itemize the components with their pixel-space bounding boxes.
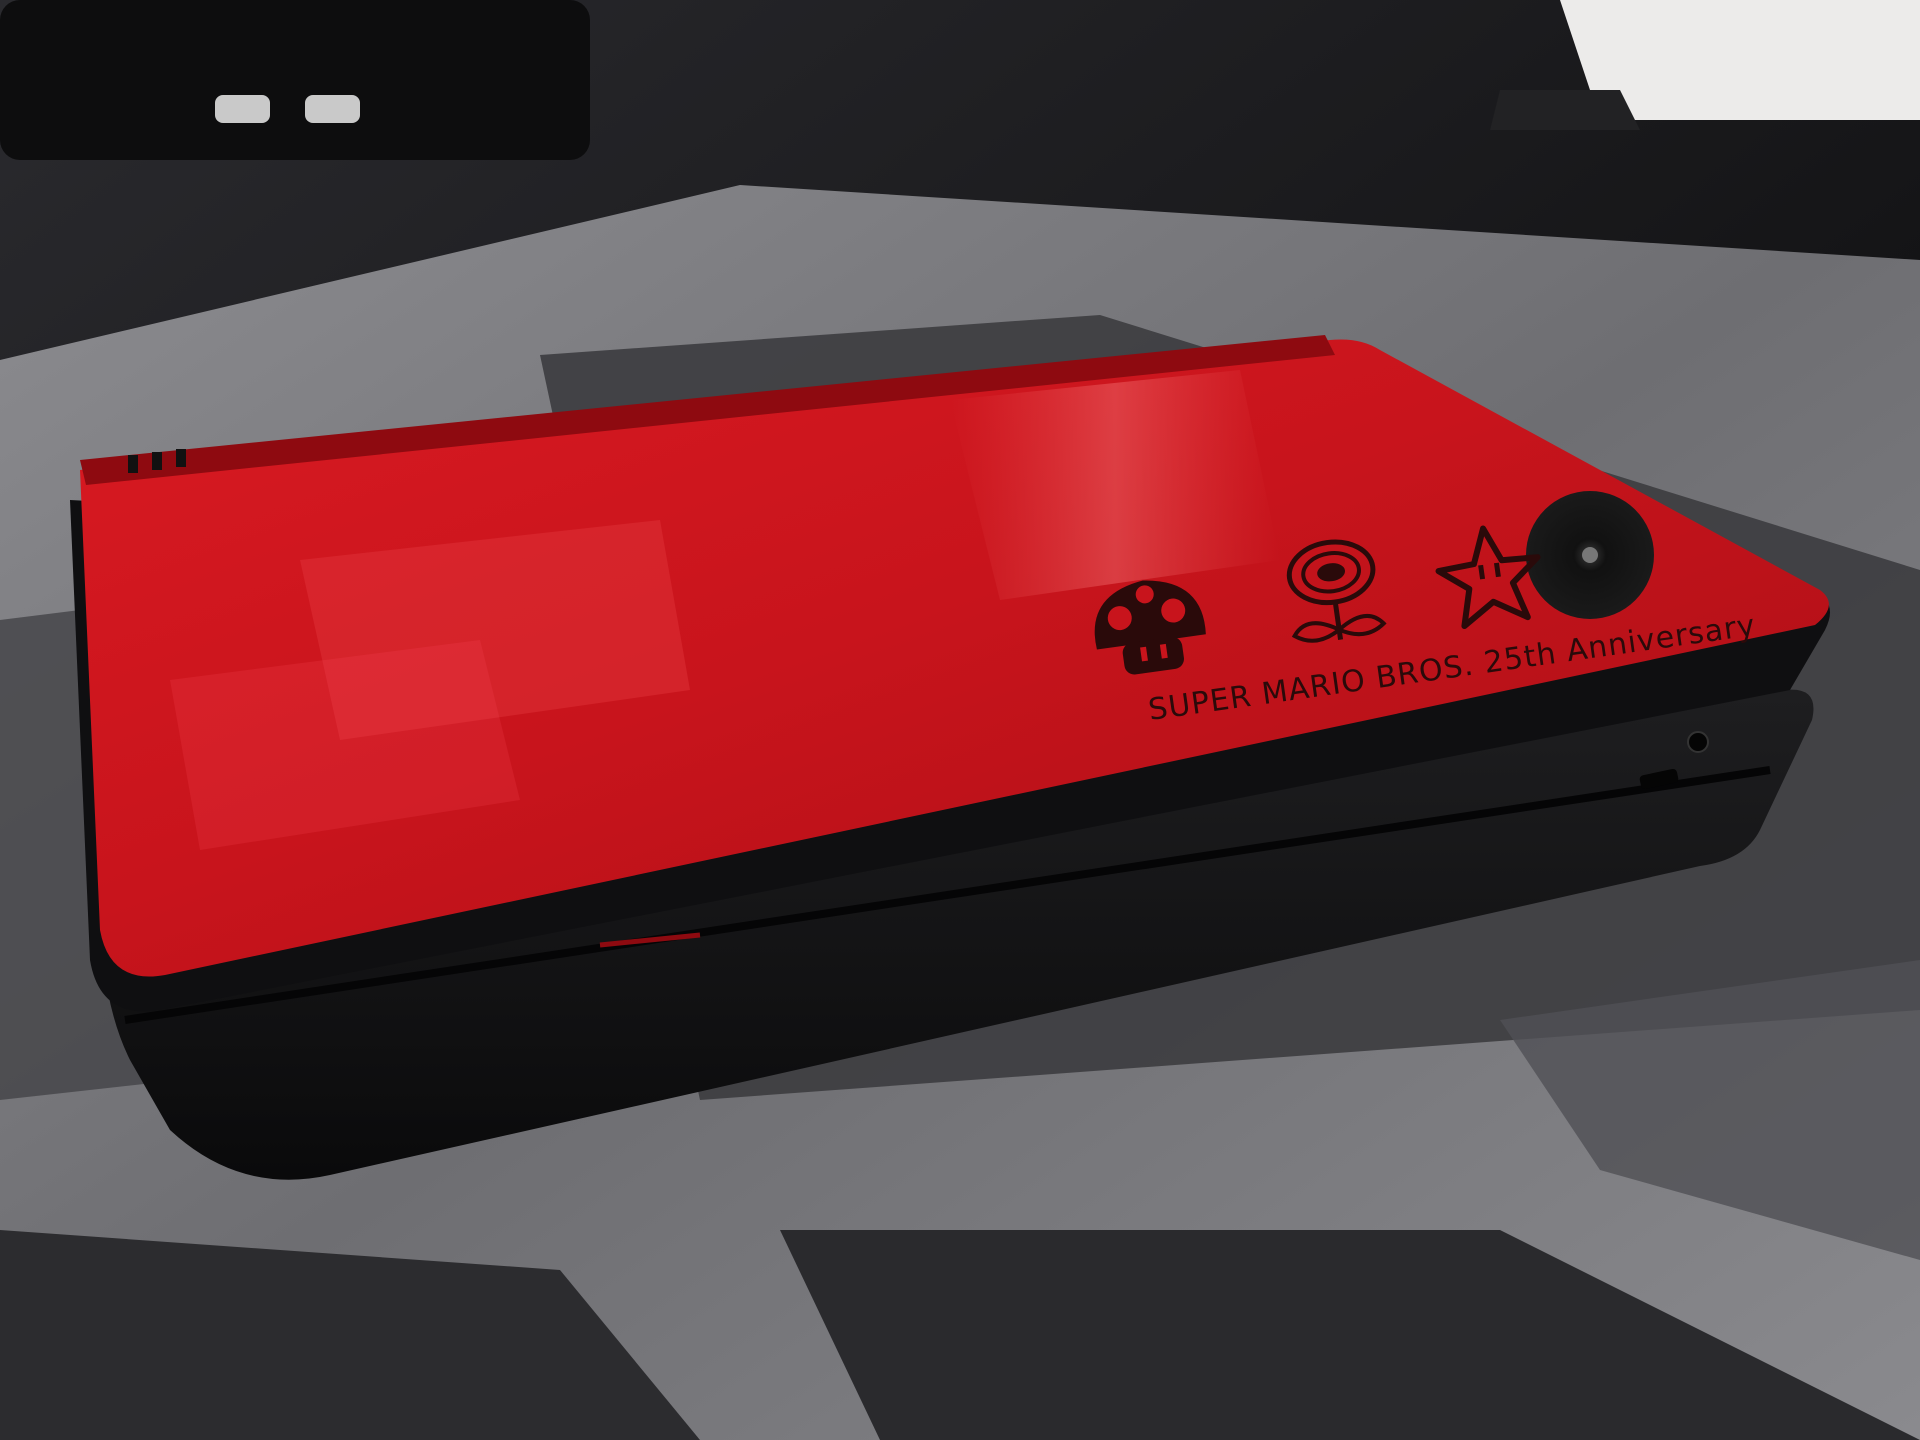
speaker-slot [128,455,138,473]
headphone-jack [1687,731,1709,753]
lid-reflection [950,370,1280,600]
usb-port-1 [215,95,270,123]
monitor-stand [1490,90,1640,130]
usb-hub [0,0,590,160]
camera-lens-center [1582,547,1598,563]
speaker-slot [176,449,186,467]
usb-port-2 [305,95,360,123]
photo-scene: SUPER MARIO BROS. 25th Anniversary [0,0,1920,1440]
speaker-slot [152,452,162,470]
